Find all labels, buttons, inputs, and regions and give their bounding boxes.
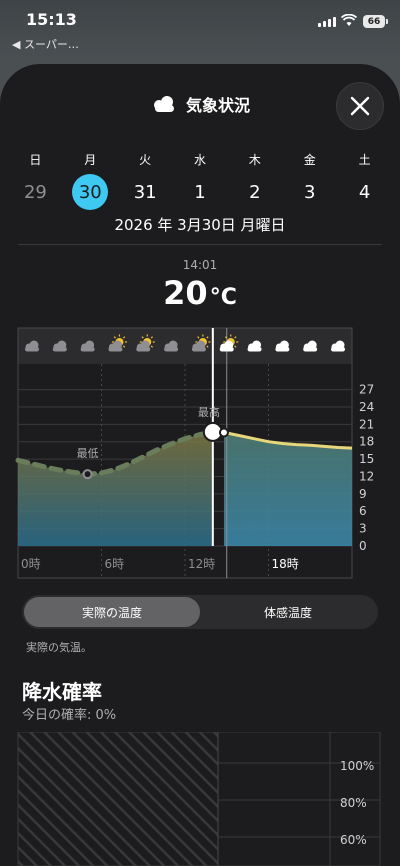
- x-tick-label: 12時: [188, 557, 215, 571]
- past-hatched-region: [18, 732, 218, 866]
- close-icon: [350, 96, 370, 116]
- cloud-icon: [153, 96, 174, 112]
- date-cell[interactable]: 29: [8, 174, 63, 210]
- x-tick-label: 18時: [272, 557, 299, 571]
- y-tick-label: 100%: [340, 759, 374, 773]
- weather-sheet: 気象状況 日月火水木金土 29 30 31 1 2 3 4 2026 年 3月30日 月曜日…: [0, 64, 400, 866]
- selected-date-label: 2026 年 3月30日 月曜日: [114, 216, 286, 234]
- feels-like-tab[interactable]: 体感温度: [200, 597, 376, 627]
- y-tick-label: 0: [359, 539, 367, 553]
- y-tick-label: 18: [359, 435, 374, 449]
- temperature-value: 20: [163, 274, 208, 312]
- current-temperature: 20°C: [0, 274, 400, 312]
- y-tick-label: 15: [359, 452, 374, 466]
- current-time-label: 14:01: [182, 258, 218, 272]
- y-tick-label: 6: [359, 504, 367, 518]
- status-bar: 15:13 ◀ スーパー… 66: [0, 0, 400, 58]
- back-to-app-link[interactable]: ◀ スーパー…: [12, 36, 79, 52]
- precipitation-title: 降水確率: [22, 680, 102, 704]
- temperature-mode-toggle: 実際の温度 体感温度: [22, 595, 378, 629]
- date-number[interactable]: 4: [359, 182, 370, 203]
- x-tick-label: 6時: [105, 557, 125, 571]
- weekday-label: 土: [358, 153, 371, 167]
- weekday-label: 木: [248, 153, 261, 167]
- date-number[interactable]: 1: [194, 182, 205, 203]
- wifi-icon: [341, 14, 357, 26]
- mode-description: 実際の気温。: [26, 641, 92, 654]
- date-cell[interactable]: 31: [118, 174, 173, 210]
- divider: [18, 244, 382, 245]
- y-tick-label: 9: [359, 487, 367, 501]
- date-number[interactable]: 3: [304, 182, 315, 203]
- min-temp-label: 最低: [77, 447, 99, 460]
- future-area: [223, 432, 352, 546]
- y-tick-label: 60%: [340, 833, 367, 847]
- page-title: 気象状況: [185, 96, 250, 115]
- x-tick-label: 0時: [21, 557, 41, 571]
- y-tick-label: 27: [359, 383, 374, 397]
- date-cell[interactable]: 1: [173, 174, 228, 210]
- weekday-label: 日: [29, 153, 42, 167]
- date-picker-row: 29 30 31 1 2 3 4: [8, 174, 392, 210]
- date-number[interactable]: 2: [249, 182, 260, 203]
- battery-indicator: 66: [363, 15, 388, 28]
- weekday-header-row: 日月火水木金土: [8, 151, 392, 168]
- date-cell[interactable]: 2: [227, 174, 282, 210]
- forecast-start-marker: [218, 427, 229, 438]
- precipitation-chart-svg[interactable]: 100% 80% 60%: [0, 731, 400, 866]
- date-number[interactable]: 31: [134, 182, 157, 203]
- weekday-label: 水: [194, 153, 207, 167]
- date-cell[interactable]: 3: [282, 174, 337, 210]
- y-tick-label: 21: [359, 417, 374, 431]
- selected-date[interactable]: 30: [72, 174, 109, 210]
- y-tick-label: 80%: [340, 796, 367, 810]
- date-cell[interactable]: 4: [337, 174, 392, 210]
- past-area: [18, 431, 213, 546]
- min-temp-marker: [82, 469, 93, 480]
- temperature-chart[interactable]: 0 3 6 9 12 15 18 21 24 27 最低 最高 0時 6時 12時 18時: [0, 324, 400, 586]
- actual-temp-tab[interactable]: 実際の温度: [24, 597, 200, 627]
- condition-strip: [18, 328, 352, 364]
- weekday-label: 火: [139, 153, 152, 167]
- temperature-chart-svg[interactable]: 0 3 6 9 12 15 18 21 24 27 最低 最高 0時 6時 12時 18時: [0, 324, 400, 586]
- temperature-unit: °C: [209, 285, 237, 310]
- precipitation-chart[interactable]: 100% 80% 60%: [0, 731, 400, 866]
- weekday-label: 金: [303, 153, 316, 167]
- weekday-label: 月: [84, 153, 97, 167]
- precipitation-today: 今日の確率: 0%: [22, 708, 117, 723]
- close-button[interactable]: [336, 82, 384, 130]
- y-tick-label: 3: [359, 522, 367, 536]
- date-number[interactable]: 29: [24, 182, 47, 203]
- date-cell[interactable]: 30: [63, 174, 118, 210]
- y-tick-label: 12: [359, 469, 374, 483]
- clock: 15:13: [26, 10, 77, 29]
- max-temp-label: 最高: [198, 405, 220, 419]
- cellular-signal-icon: [318, 17, 336, 27]
- y-tick-label: 24: [359, 400, 374, 414]
